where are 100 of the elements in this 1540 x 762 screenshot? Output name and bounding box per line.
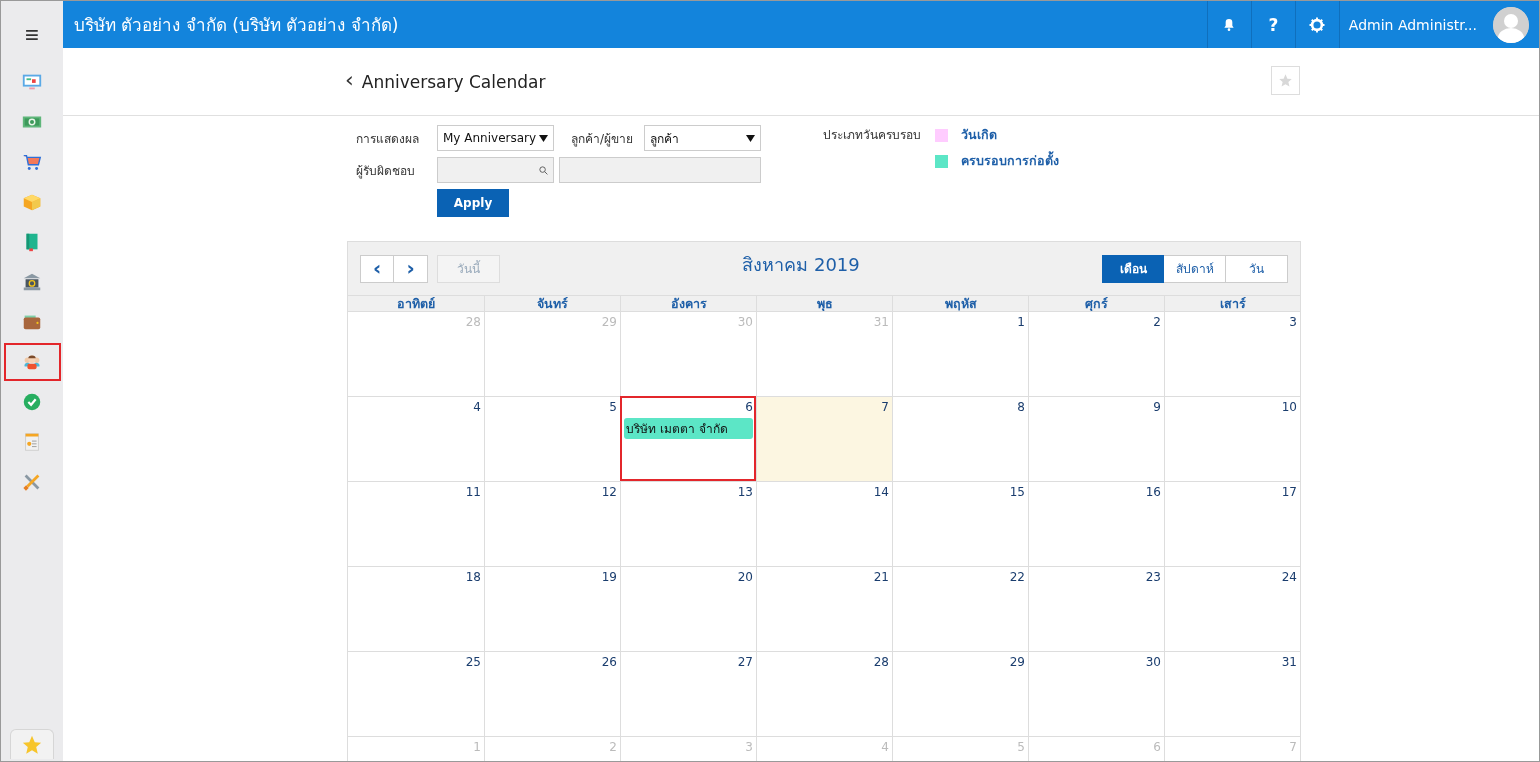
settings-icon xyxy=(1308,15,1327,34)
day-number: 5 xyxy=(609,400,617,414)
sidebar-item[interactable] xyxy=(3,343,61,381)
field-label: ลูกค้า/ผู้ขาย xyxy=(571,130,635,148)
calendar-day-cell[interactable]: 26 xyxy=(484,651,620,736)
day-number: 26 xyxy=(601,655,617,669)
legend-text: วันเกิด xyxy=(961,126,997,144)
day-number: 6 xyxy=(745,400,753,414)
display-select[interactable]: My Anniversary xyxy=(437,125,554,151)
calendar-day-cell[interactable]: 27 xyxy=(620,651,756,736)
day-number: 20 xyxy=(737,570,753,584)
day-number: 6 xyxy=(1153,740,1161,754)
weekday-header: พฤหัส xyxy=(892,295,1028,311)
calendar-day-cell[interactable]: 14 xyxy=(756,481,892,566)
day-number: 27 xyxy=(737,655,753,669)
day-number: 11 xyxy=(465,485,481,499)
calendar-day-cell[interactable]: 16 xyxy=(1028,481,1164,566)
calendar-day-cell[interactable]: 1 xyxy=(892,311,1028,396)
calendar-day-cell[interactable]: 25 xyxy=(348,651,484,736)
day-number: 17 xyxy=(1281,485,1297,499)
calendar-day-cell[interactable]: 18 xyxy=(348,566,484,651)
star-icon xyxy=(1278,72,1293,88)
dropdown-caret-icon xyxy=(539,134,548,142)
view-tab[interactable]: เดือน xyxy=(1102,254,1164,283)
calendar-day-cell[interactable]: 12 xyxy=(484,481,620,566)
calendar-day-cell[interactable]: 17 xyxy=(1164,481,1300,566)
calendar-day-cell[interactable]: 10 xyxy=(1164,396,1300,481)
check-circle-icon xyxy=(21,391,43,413)
day-number: 25 xyxy=(465,655,481,669)
calendar-day-cell[interactable]: 7 xyxy=(756,396,892,481)
weekday-header: ศุกร์ xyxy=(1028,295,1164,311)
calendar-day-cell[interactable]: 4 xyxy=(348,396,484,481)
calendar-day-cell[interactable]: 15 xyxy=(892,481,1028,566)
day-number: 13 xyxy=(737,485,753,499)
party-select[interactable]: ลูกค้า xyxy=(644,125,761,151)
calendar-day-cell[interactable]: 22 xyxy=(892,566,1028,651)
apply-button[interactable]: Apply xyxy=(437,189,509,217)
calendar-day-cell[interactable]: 28 xyxy=(756,651,892,736)
calendar-day-cell[interactable]: 5 xyxy=(484,396,620,481)
day-number: 22 xyxy=(1009,570,1025,584)
day-number: 1 xyxy=(473,740,481,754)
view-tab[interactable]: วัน xyxy=(1226,254,1288,283)
calendar-day-cell[interactable]: 11 xyxy=(348,481,484,566)
legend-label: ประเภทวันครบรอบ xyxy=(823,127,921,144)
calendar-day-cell[interactable]: 3 xyxy=(1164,311,1300,396)
calendar-day-cell[interactable]: 23 xyxy=(1028,566,1164,651)
calendar-day-cell[interactable]: 2 xyxy=(1028,311,1164,396)
view-tab[interactable]: สัปดาห์ xyxy=(1164,254,1226,283)
owner-name-field[interactable] xyxy=(559,157,761,183)
day-number: 3 xyxy=(1289,315,1297,329)
calendar-day-cell[interactable]: 29 xyxy=(892,651,1028,736)
day-number: 31 xyxy=(1281,655,1297,669)
field-label: ผู้รับผิดชอบ xyxy=(356,162,416,180)
calendar-event[interactable]: บริษัท เมตตา จำกัด xyxy=(624,418,753,439)
previous-button[interactable]: ‹ xyxy=(360,254,394,283)
day-number: 4 xyxy=(881,740,889,754)
menu-button[interactable]: ≡ xyxy=(21,21,43,49)
owner-search-field[interactable] xyxy=(437,157,554,183)
calendar-day-cell[interactable]: 8 xyxy=(892,396,1028,481)
calendar-day-cell[interactable]: 31 xyxy=(1164,651,1300,736)
page-title: Anniversary Calendar xyxy=(361,71,547,92)
day-number: 28 xyxy=(465,315,481,329)
weekday-header: อังคาร xyxy=(620,295,756,311)
user-name[interactable]: Admin Administr... xyxy=(1348,16,1477,33)
favorites-button[interactable] xyxy=(10,729,54,759)
calendar-day-cell[interactable]: 13 xyxy=(620,481,756,566)
day-number: 3 xyxy=(745,740,753,754)
day-number: 10 xyxy=(1281,400,1297,414)
avatar-icon[interactable] xyxy=(1493,6,1529,43)
day-number: 2 xyxy=(609,740,617,754)
company-title: บริษัท ตัวอย่าง จำกัด (บริษัท ตัวอย่าง จำกัด) xyxy=(73,14,400,37)
calendar-day-cell[interactable]: 6 บริษัท เมตตา จำกัด xyxy=(620,396,756,481)
day-number: 15 xyxy=(1009,485,1025,499)
next-button[interactable]: › xyxy=(394,254,428,283)
day-number: 19 xyxy=(601,570,617,584)
day-number: 18 xyxy=(465,570,481,584)
help-button[interactable]: ? xyxy=(1250,1,1295,48)
day-number: 12 xyxy=(601,485,617,499)
day-number: 24 xyxy=(1281,570,1297,584)
favorite-button[interactable] xyxy=(1271,65,1300,95)
legend-text: ครบรอบการก่อตั้ง xyxy=(961,151,1059,170)
weekday-header: พุธ xyxy=(756,295,892,311)
day-number: 8 xyxy=(1017,400,1025,414)
calendar-day-cell[interactable]: 9 xyxy=(1028,396,1164,481)
day-number: 29 xyxy=(1009,655,1025,669)
calendar-day-cell[interactable]: 30 xyxy=(1028,651,1164,736)
day-number: 30 xyxy=(737,315,753,329)
day-number: 21 xyxy=(873,570,889,584)
weekday-header: เสาร์ xyxy=(1164,295,1300,311)
day-number: 14 xyxy=(873,485,889,499)
calendar-day-cell[interactable]: 21 xyxy=(756,566,892,651)
calendar-day-cell[interactable]: 24 xyxy=(1164,566,1300,651)
back-button[interactable]: ‹ xyxy=(345,67,362,96)
day-number: 28 xyxy=(873,655,889,669)
day-number: 7 xyxy=(881,400,889,414)
calendar-title: สิงหาคม 2019 xyxy=(741,252,861,277)
day-number: 29 xyxy=(601,315,617,329)
day-number: 7 xyxy=(1289,740,1297,754)
calendar-day-cell[interactable]: 19 xyxy=(484,566,620,651)
calendar-day-cell[interactable]: 20 xyxy=(620,566,756,651)
